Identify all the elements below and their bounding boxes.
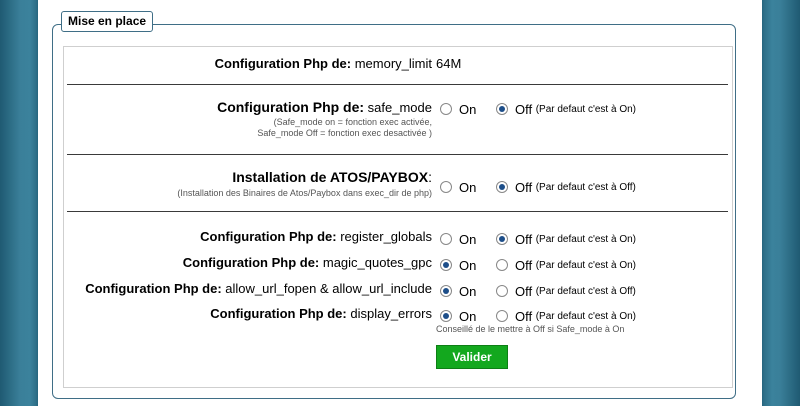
allow-url-options: On Off (Par defaut c'est à Off) <box>440 282 636 299</box>
validate-button[interactable]: Valider <box>436 345 508 369</box>
page: Mise en place Configuration Php de: memo… <box>38 0 762 406</box>
atos-off-radio[interactable] <box>495 181 508 194</box>
settings-panel: Configuration Php de: memory_limit 64M C… <box>63 46 733 388</box>
safe-mode-off-option[interactable]: Off (Par defaut c'est à On) <box>495 101 636 117</box>
magic-quotes-label: Configuration Php de: magic_quotes_gpc <box>182 255 432 270</box>
magic-quotes-on-option[interactable]: On <box>440 257 476 273</box>
allow-url-label: Configuration Php de: allow_url_fopen & … <box>85 281 432 296</box>
memory-limit-label: Configuration Php de: memory_limit <box>214 56 432 71</box>
separator <box>67 84 728 85</box>
allow-url-off-radio[interactable] <box>495 285 508 298</box>
memory-limit-value: 64M <box>436 56 462 71</box>
display-errors-options: On Off (Par defaut c'est à On) <box>440 307 636 324</box>
safe-mode-note-2: Safe_mode Off = fonction exec desactivée… <box>257 128 432 138</box>
atos-on-option[interactable]: On <box>440 179 476 195</box>
display-errors-on-option[interactable]: On <box>440 308 476 324</box>
atos-label: Installation de ATOS/PAYBOX: <box>232 169 432 185</box>
separator <box>67 154 728 155</box>
atos-off-option[interactable]: Off (Par defaut c'est à Off) <box>495 179 636 195</box>
atos-options: On Off (Par defaut c'est à Off) <box>440 178 636 195</box>
setup-fieldset: Mise en place Configuration Php de: memo… <box>52 11 736 399</box>
register-globals-off-radio[interactable] <box>495 233 508 246</box>
allow-url-on-option[interactable]: On <box>440 283 476 299</box>
atos-on-radio[interactable] <box>440 181 452 194</box>
register-globals-on-radio[interactable] <box>440 233 452 246</box>
register-globals-label: Configuration Php de: register_globals <box>200 229 432 244</box>
fieldset-legend: Mise en place <box>61 11 154 32</box>
separator <box>67 211 728 212</box>
register-globals-off-option[interactable]: Off (Par defaut c'est à On) <box>495 231 636 247</box>
safe-mode-off-radio[interactable] <box>495 103 508 116</box>
display-errors-advice: Conseillé de le mettre à Off si Safe_mod… <box>436 324 625 334</box>
display-errors-off-option[interactable]: Off (Par defaut c'est à On) <box>495 308 636 324</box>
allow-url-on-radio[interactable] <box>440 285 452 298</box>
safe-mode-label: Configuration Php de: safe_mode <box>217 99 432 115</box>
display-errors-on-radio[interactable] <box>440 310 452 323</box>
safe-mode-options: On Off (Par defaut c'est à On) <box>440 100 636 117</box>
safe-mode-on-radio[interactable] <box>440 103 452 116</box>
allow-url-off-option[interactable]: Off (Par defaut c'est à Off) <box>495 283 636 299</box>
atos-note: (Installation des Binaires de Atos/Paybo… <box>177 188 432 198</box>
register-globals-on-option[interactable]: On <box>440 231 476 247</box>
magic-quotes-on-radio[interactable] <box>440 259 452 272</box>
display-errors-off-radio[interactable] <box>495 310 508 323</box>
display-errors-label: Configuration Php de: display_errors <box>210 306 432 321</box>
magic-quotes-off-option[interactable]: Off (Par defaut c'est à On) <box>495 257 636 273</box>
register-globals-options: On Off (Par defaut c'est à On) <box>440 230 636 247</box>
magic-quotes-options: On Off (Par defaut c'est à On) <box>440 256 636 273</box>
safe-mode-note-1: (Safe_mode on = fonction exec activée, <box>273 117 432 127</box>
safe-mode-on-option[interactable]: On <box>440 101 476 117</box>
magic-quotes-off-radio[interactable] <box>495 259 508 272</box>
